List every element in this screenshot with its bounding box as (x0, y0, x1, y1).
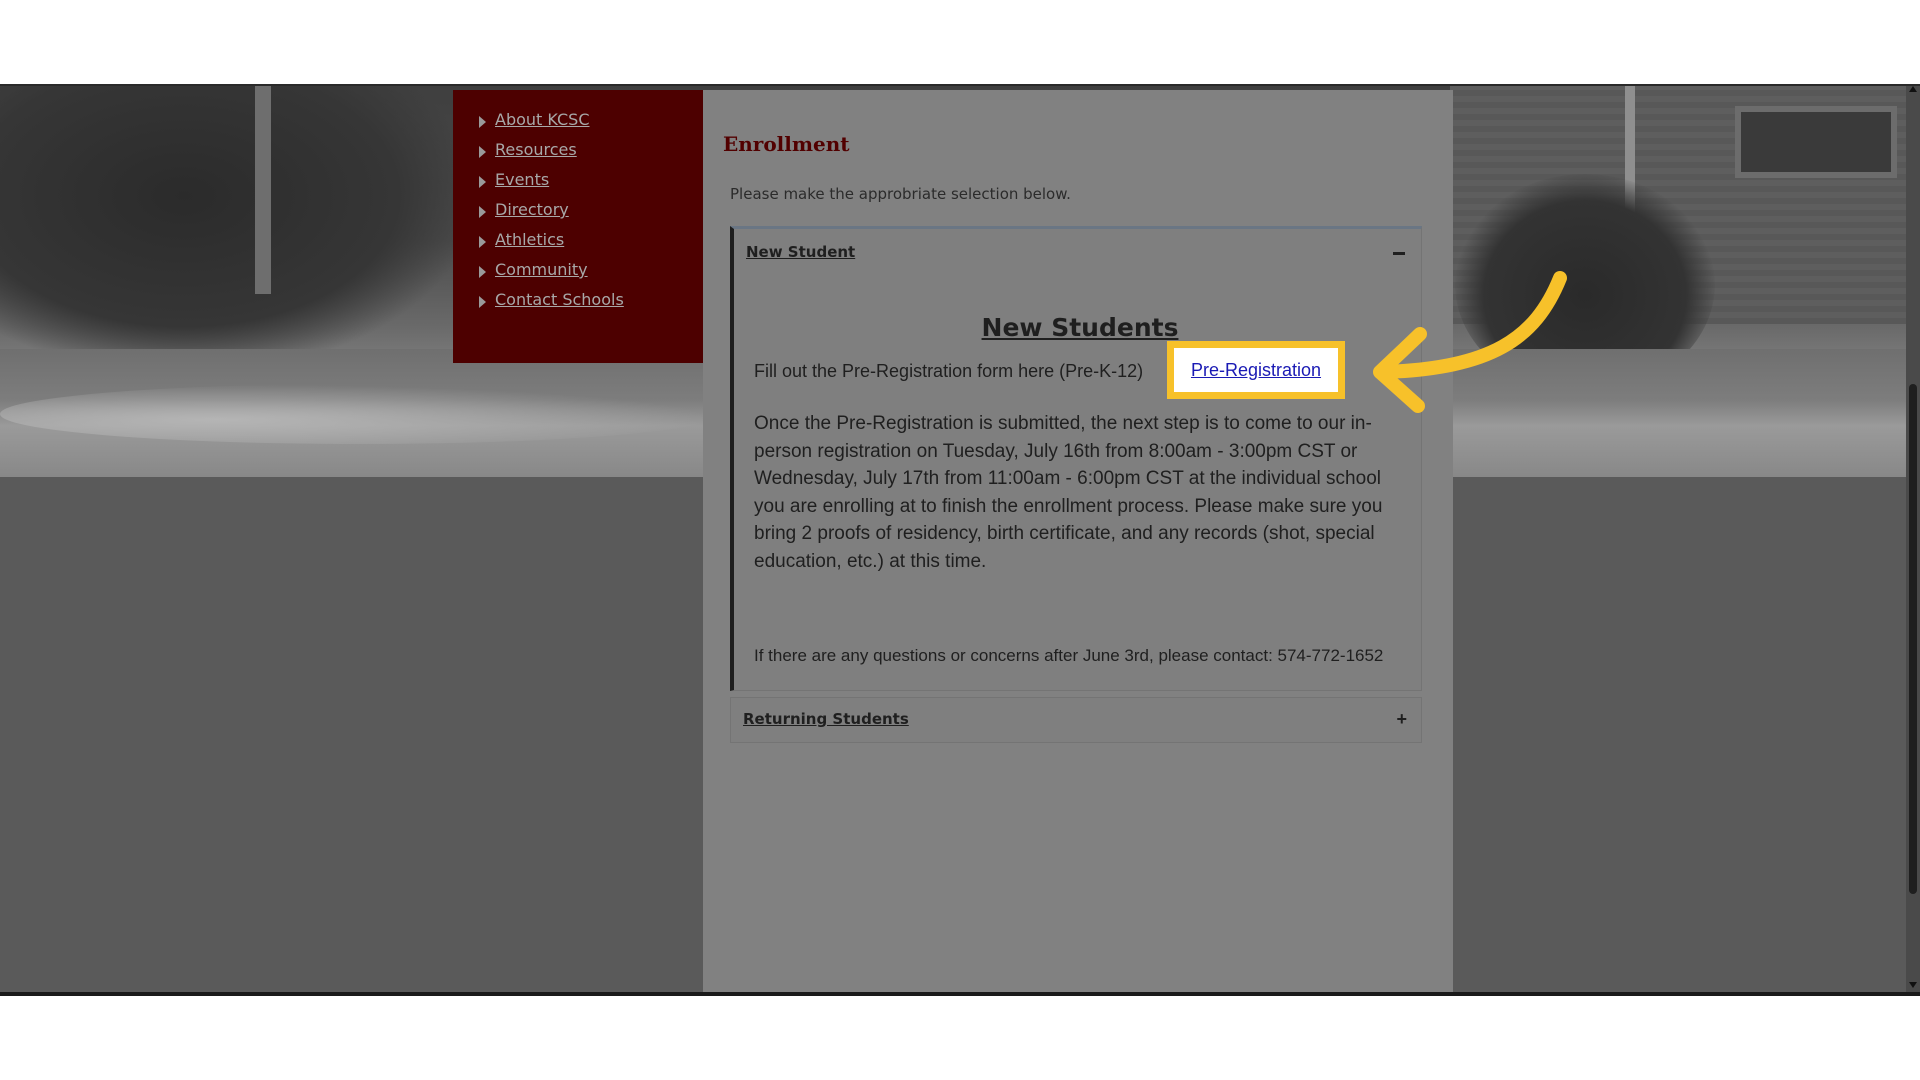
page-title: Enrollment (723, 132, 850, 156)
sidebar-item-athletics[interactable]: Athletics (477, 230, 703, 260)
scroll-thumb[interactable] (1909, 384, 1917, 894)
scroll-up-icon[interactable] (1909, 86, 1917, 92)
caret-right-icon (479, 236, 486, 248)
house-window (1735, 106, 1897, 178)
sidebar-link[interactable]: Directory (495, 200, 569, 219)
utility-pole (255, 84, 271, 294)
accordion-returning-students: Returning Students + (730, 697, 1422, 743)
trees-scenery (0, 84, 460, 364)
sidebar-link[interactable]: Contact Schools (495, 290, 624, 309)
accordion-header-new-student[interactable]: New Student (746, 243, 855, 261)
sidebar-item-community[interactable]: Community (477, 260, 703, 290)
main-content: Enrollment Please make the approbriate s… (703, 90, 1453, 992)
viewport-bottom-border (0, 992, 1920, 996)
caret-right-icon (479, 146, 486, 158)
caret-right-icon (479, 266, 486, 278)
snow-patch (0, 384, 720, 444)
sidebar-item-directory[interactable]: Directory (477, 200, 703, 230)
sidebar-link[interactable]: Events (495, 170, 549, 189)
accordion-header-returning-students[interactable]: Returning Students (743, 710, 909, 728)
plus-icon[interactable]: + (1396, 710, 1407, 728)
pre-registration-link[interactable]: Pre-Registration (1191, 360, 1321, 381)
caret-right-icon (479, 206, 486, 218)
minus-icon[interactable] (1393, 252, 1405, 255)
intro-text: Please make the approbriate selection be… (730, 185, 1071, 203)
page-scrollbar[interactable] (1906, 84, 1920, 992)
caret-right-icon (479, 296, 486, 308)
caret-right-icon (479, 116, 486, 128)
sidebar-link[interactable]: Resources (495, 140, 577, 159)
sidebar-nav: About KCSC Resources Events Directory At… (453, 90, 703, 363)
sidebar-link[interactable]: Community (495, 260, 588, 279)
sidebar-item-resources[interactable]: Resources (477, 140, 703, 170)
sidebar-link[interactable]: About KCSC (495, 110, 590, 129)
viewport-top-border (0, 84, 1920, 86)
scroll-down-icon[interactable] (1909, 982, 1917, 988)
accordion-new-student: New Student New Students Fill out the Pr… (730, 226, 1422, 691)
sidebar-item-contact-schools[interactable]: Contact Schools (477, 290, 703, 320)
contact-info: If there are any questions or concerns a… (754, 646, 1384, 665)
registration-details: Once the Pre-Registration is submitted, … (754, 413, 1383, 572)
caret-right-icon (479, 176, 486, 188)
pre-registration-highlight: Pre-Registration (1167, 341, 1345, 399)
pre-registration-instructions: Fill out the Pre-Registration form here … (754, 361, 1144, 381)
sidebar-item-about[interactable]: About KCSC (477, 110, 703, 140)
section-heading: New Students (981, 313, 1179, 342)
sidebar-link[interactable]: Athletics (495, 230, 564, 249)
browser-viewport: About KCSC Resources Events Directory At… (0, 84, 1920, 992)
sidebar-item-events[interactable]: Events (477, 170, 703, 200)
